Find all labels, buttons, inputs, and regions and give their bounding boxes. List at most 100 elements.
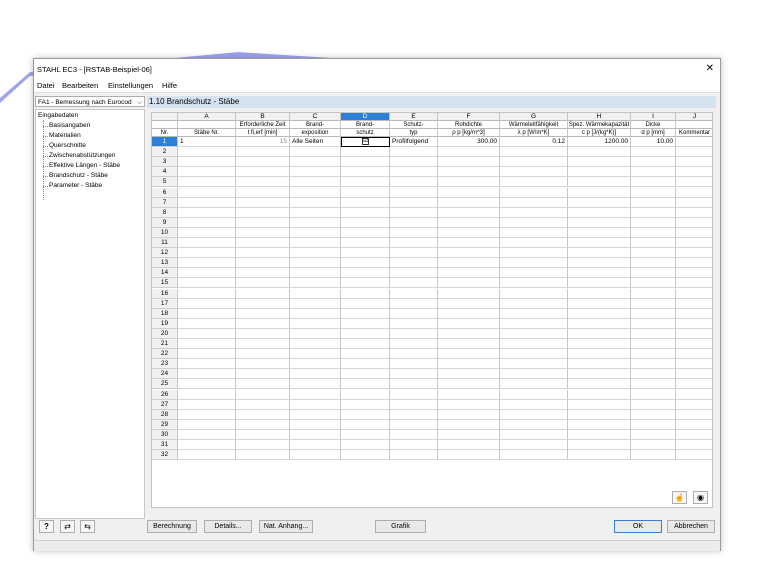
table-cell-d[interactable] bbox=[341, 369, 390, 380]
column-letter-i[interactable]: I bbox=[631, 113, 676, 121]
table-cell-b[interactable] bbox=[236, 207, 290, 218]
row-number[interactable]: 5 bbox=[152, 177, 178, 188]
table-cell-b[interactable]: 15 bbox=[236, 137, 290, 148]
table-cell-b[interactable] bbox=[236, 248, 290, 259]
table-cell-a[interactable] bbox=[178, 419, 236, 430]
table-cell-d[interactable] bbox=[341, 318, 390, 329]
table-cell-i[interactable] bbox=[631, 258, 676, 269]
table-cell-f[interactable] bbox=[438, 167, 500, 178]
table-cell-f[interactable] bbox=[438, 308, 500, 319]
table-cell-h[interactable] bbox=[568, 238, 631, 249]
table-cell-e[interactable] bbox=[390, 369, 438, 380]
table-cell-j[interactable] bbox=[676, 420, 712, 430]
table-cell-h[interactable] bbox=[568, 278, 631, 289]
table-cell-h[interactable] bbox=[568, 288, 631, 299]
table-cell-h[interactable] bbox=[568, 409, 631, 420]
column-letter-c[interactable]: C bbox=[290, 113, 341, 121]
table-cell-e[interactable] bbox=[390, 349, 438, 360]
row-number[interactable]: 32 bbox=[152, 450, 178, 461]
nav-root-input-data[interactable]: Eingabedaten bbox=[38, 112, 78, 119]
table-cell-g[interactable] bbox=[500, 147, 568, 158]
table-cell-f[interactable] bbox=[438, 248, 500, 259]
table-cell-a[interactable] bbox=[178, 167, 236, 178]
table-cell-i[interactable] bbox=[631, 227, 676, 238]
table-cell-c[interactable] bbox=[290, 248, 341, 259]
table-cell-c[interactable] bbox=[290, 429, 341, 440]
table-cell-j[interactable] bbox=[676, 309, 712, 319]
row-number[interactable]: 17 bbox=[152, 298, 178, 309]
table-cell-a[interactable] bbox=[178, 217, 236, 228]
table-cell-h[interactable] bbox=[568, 187, 631, 198]
table-cell-d[interactable] bbox=[341, 450, 390, 461]
table-cell-e[interactable] bbox=[390, 248, 438, 259]
table-cell-a[interactable] bbox=[178, 399, 236, 410]
table-cell-h[interactable] bbox=[568, 429, 631, 440]
table-cell-g[interactable] bbox=[500, 450, 568, 461]
table-cell-f[interactable] bbox=[438, 450, 500, 461]
table-cell-e[interactable] bbox=[390, 379, 438, 390]
table-cell-a[interactable] bbox=[178, 268, 236, 279]
table-cell-i[interactable] bbox=[631, 177, 676, 188]
table-cell-d[interactable] bbox=[341, 429, 390, 440]
table-cell-i[interactable] bbox=[631, 207, 676, 218]
table-cell-e[interactable] bbox=[390, 339, 438, 350]
table-cell-e[interactable] bbox=[390, 419, 438, 430]
table-cell-b[interactable] bbox=[236, 440, 290, 451]
table-cell-d[interactable] bbox=[341, 227, 390, 238]
table-cell-j[interactable] bbox=[676, 188, 712, 198]
row-number[interactable]: 14 bbox=[152, 268, 178, 279]
row-number[interactable]: 31 bbox=[152, 440, 178, 451]
table-cell-g[interactable] bbox=[500, 288, 568, 299]
fire-protection-checkbox[interactable]: ☑ bbox=[362, 138, 369, 145]
table-cell-e[interactable] bbox=[390, 217, 438, 228]
table-cell-g[interactable] bbox=[500, 187, 568, 198]
table-cell-f[interactable] bbox=[438, 258, 500, 269]
nav-item-effektive-laengen[interactable]: Effektive Längen - Stäbe bbox=[49, 162, 120, 169]
table-cell-a[interactable] bbox=[178, 298, 236, 309]
row-number[interactable]: 6 bbox=[152, 187, 178, 198]
import-button[interactable]: ⇆ bbox=[80, 520, 95, 533]
table-cell-j[interactable] bbox=[676, 450, 712, 461]
table-cell-g[interactable]: 0.12 bbox=[500, 137, 568, 148]
table-cell-c[interactable] bbox=[290, 157, 341, 168]
table-cell-i[interactable] bbox=[631, 308, 676, 319]
row-number[interactable]: 19 bbox=[152, 318, 178, 329]
table-cell-i[interactable] bbox=[631, 450, 676, 461]
table-cell-h[interactable] bbox=[568, 440, 631, 451]
nav-item-materialien[interactable]: Materialien bbox=[49, 132, 81, 139]
table-cell-g[interactable] bbox=[500, 429, 568, 440]
table-cell-f[interactable] bbox=[438, 217, 500, 228]
table-cell-i[interactable] bbox=[631, 278, 676, 289]
table-cell-j[interactable] bbox=[676, 157, 712, 168]
table-cell-c[interactable] bbox=[290, 147, 341, 158]
table-cell-g[interactable] bbox=[500, 369, 568, 380]
table-cell-b[interactable] bbox=[236, 167, 290, 178]
ok-button[interactable]: OK bbox=[614, 520, 662, 533]
table-cell-i[interactable] bbox=[631, 248, 676, 259]
table-cell-f[interactable] bbox=[438, 359, 500, 370]
table-cell-b[interactable] bbox=[236, 389, 290, 400]
table-cell-c[interactable] bbox=[290, 419, 341, 430]
table-cell-c[interactable] bbox=[290, 207, 341, 218]
row-number[interactable]: 11 bbox=[152, 238, 178, 249]
table-cell-d[interactable] bbox=[341, 399, 390, 410]
table-cell-f[interactable] bbox=[438, 429, 500, 440]
table-cell-g[interactable] bbox=[500, 409, 568, 420]
table-cell-d[interactable] bbox=[341, 217, 390, 228]
column-letter-h[interactable]: H bbox=[568, 113, 631, 121]
menu-einstellungen[interactable]: Einstellungen bbox=[108, 81, 153, 90]
table-cell-f[interactable] bbox=[438, 298, 500, 309]
table-cell-f[interactable] bbox=[438, 288, 500, 299]
table-cell-b[interactable] bbox=[236, 177, 290, 188]
table-cell-a[interactable] bbox=[178, 187, 236, 198]
table-cell-a[interactable] bbox=[178, 278, 236, 289]
table-cell-a[interactable] bbox=[178, 440, 236, 451]
table-cell-a[interactable] bbox=[178, 238, 236, 249]
row-number[interactable]: 9 bbox=[152, 217, 178, 228]
table-cell-d[interactable] bbox=[341, 238, 390, 249]
row-number[interactable]: 22 bbox=[152, 349, 178, 360]
table-cell-b[interactable] bbox=[236, 298, 290, 309]
calculation-button[interactable]: Berechnung bbox=[147, 520, 197, 533]
table-cell-f[interactable] bbox=[438, 328, 500, 339]
table-cell-d[interactable] bbox=[341, 389, 390, 400]
